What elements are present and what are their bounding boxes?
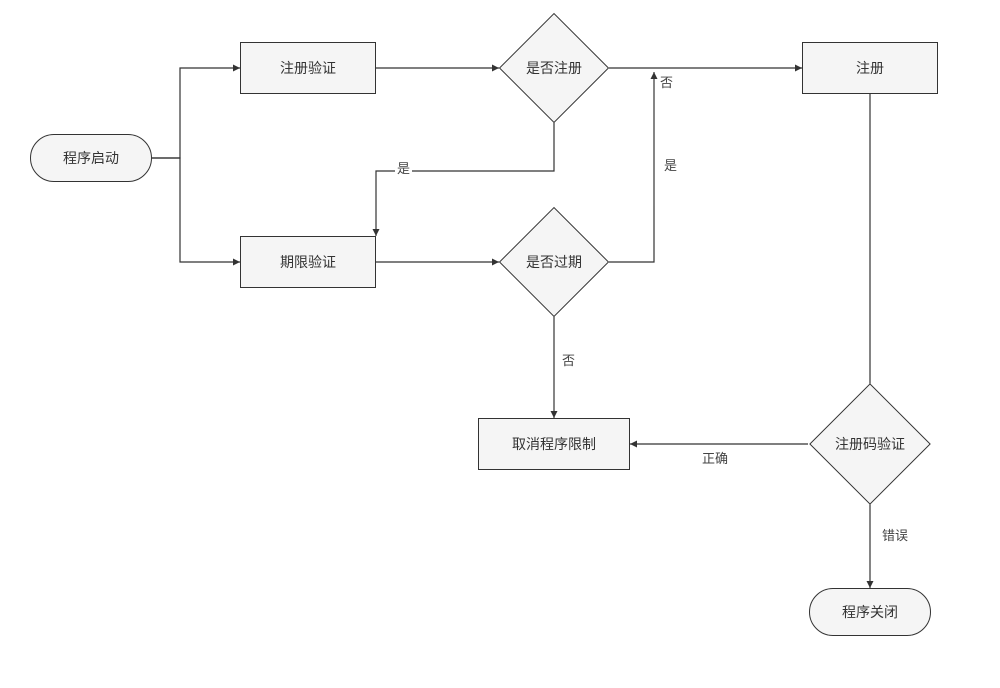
node-is-expired: 是否过期 (515, 223, 593, 301)
edge-label-is-registered-yes: 是 (395, 158, 412, 177)
edge-label-code-correct: 正确 (700, 448, 730, 467)
node-term-verify: 期限验证 (240, 236, 376, 288)
edge-label-code-wrong: 错误 (880, 525, 910, 544)
node-unlock: 取消程序限制 (478, 418, 630, 470)
node-reg-verify-label: 注册验证 (280, 58, 336, 78)
node-is-registered: 是否注册 (515, 29, 593, 107)
node-start: 程序启动 (30, 134, 152, 182)
node-end: 程序关闭 (809, 588, 931, 636)
node-start-label: 程序启动 (63, 148, 119, 168)
node-code-verify-label: 注册码验证 (835, 434, 905, 454)
flowchart-canvas: 程序启动 注册验证 是否注册 注册 期限验证 是否过期 取消程序限制 注册码验证… (0, 0, 1000, 688)
node-is-registered-label: 是否注册 (526, 58, 582, 78)
node-register: 注册 (802, 42, 938, 94)
node-unlock-label: 取消程序限制 (512, 434, 596, 454)
node-is-expired-label: 是否过期 (526, 252, 582, 272)
node-reg-verify: 注册验证 (240, 42, 376, 94)
edges-layer (0, 0, 1000, 688)
node-register-label: 注册 (856, 58, 884, 78)
node-end-label: 程序关闭 (842, 602, 898, 622)
edge-label-is-expired-no: 否 (560, 350, 577, 369)
edge-label-is-expired-yes: 是 (662, 155, 679, 174)
node-term-verify-label: 期限验证 (280, 252, 336, 272)
edge-label-is-registered-no: 否 (658, 72, 675, 91)
node-code-verify: 注册码验证 (827, 401, 913, 487)
